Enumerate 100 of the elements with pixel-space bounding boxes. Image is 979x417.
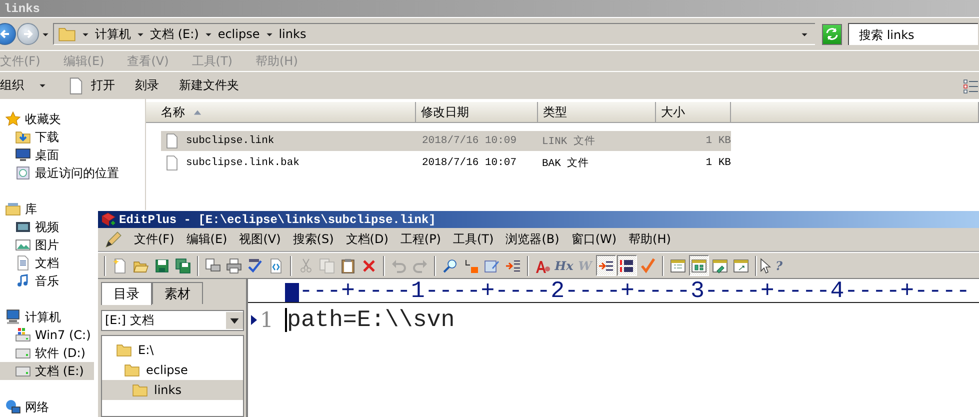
pen-window-icon — [484, 258, 500, 274]
code-page-icon — [268, 258, 284, 274]
breadcrumb-item[interactable]: 文档 (E:) — [150, 26, 199, 42]
refresh-button[interactable] — [822, 24, 842, 44]
breadcrumb-item[interactable]: eclipse — [218, 27, 260, 41]
sort-arrow-icon — [193, 109, 202, 115]
file-name: subclipse.link.bak — [186, 157, 300, 169]
spell-check-icon — [247, 258, 263, 274]
toolbar-button[interactable]: 组织 — [0, 77, 47, 94]
document-icon — [15, 255, 31, 271]
nav-item[interactable]: 计算机 — [0, 308, 64, 326]
file-icon — [164, 133, 180, 149]
search-icon — [442, 258, 458, 274]
hard-drive-icon — [15, 327, 31, 343]
nav-item[interactable]: 库 — [0, 200, 40, 218]
file-size: 1 KB — [704, 135, 731, 147]
nav-item[interactable]: 图片 — [0, 236, 62, 254]
window-icon — [733, 258, 749, 274]
nav-item[interactable]: Win7 (C:) — [0, 326, 94, 344]
file-icon — [67, 76, 85, 96]
copy-icon — [319, 258, 335, 274]
nav-item[interactable]: 音乐 — [0, 272, 62, 290]
desktop-icon — [15, 147, 31, 163]
text-cursor — [285, 308, 287, 332]
pen-window-icon — [712, 258, 728, 274]
pages-icon — [205, 258, 221, 274]
tab[interactable]: 目录 — [101, 282, 152, 305]
indent-icon — [505, 258, 521, 274]
toolbar-button[interactable]: ? — [761, 255, 781, 276]
toolbar-button[interactable] — [596, 255, 616, 276]
column-header[interactable]: 修改日期 — [416, 102, 538, 123]
search-field[interactable]: 搜索 links — [848, 23, 978, 45]
line-numbers-icon — [619, 258, 635, 274]
toolbar-button[interactable]: Hx — [554, 255, 574, 276]
tree-item[interactable]: E:\ — [102, 340, 243, 360]
toolbar-button[interactable] — [617, 255, 637, 276]
picture-icon — [15, 237, 31, 253]
panel-window-icon — [691, 258, 707, 274]
menu-item[interactable]: 文件(F) — [134, 231, 174, 248]
column-header[interactable]: 大小 — [656, 102, 731, 123]
file-size: 1 KB — [704, 157, 731, 169]
menu-item[interactable]: 浏览器(B) — [506, 231, 560, 248]
list-window-icon — [670, 258, 686, 274]
folder-icon — [124, 362, 140, 378]
file-name: subclipse.link — [186, 135, 274, 147]
menu-item[interactable]: 视图(V) — [239, 231, 281, 248]
toolbar-button[interactable]: 刻录 — [135, 77, 159, 94]
nav-item[interactable]: 最近访问的位置 — [0, 164, 122, 182]
toolbar-button[interactable]: 新建文件夹 — [179, 77, 239, 94]
file-row[interactable]: subclipse.link 2018/7/16 10:09 LINK 文件 1 KB — [161, 131, 731, 151]
undo-icon — [391, 258, 407, 274]
window-title: links — [4, 2, 40, 16]
refresh-icon — [824, 26, 840, 42]
network-icon — [5, 399, 21, 415]
drive-dropdown[interactable]: [E:] 文档 — [101, 310, 244, 331]
nav-item[interactable]: 下载 — [0, 128, 62, 146]
menu-item[interactable]: 编辑(E) — [186, 231, 228, 248]
nav-item[interactable]: 文档 (E:) — [0, 362, 94, 380]
nav-item[interactable]: 文档 — [0, 254, 62, 272]
library-icon — [5, 201, 21, 217]
menu-item[interactable]: 窗口(W) — [571, 231, 617, 248]
window-title: EditPlus - [E:\eclipse\links\subclipse.link] — [119, 212, 436, 226]
column-header[interactable]: 名称 — [146, 102, 416, 123]
back-button[interactable] — [0, 23, 16, 45]
view-options-icon[interactable] — [963, 78, 979, 94]
nav-item[interactable]: 网络 — [0, 398, 52, 416]
menu-item[interactable]: 搜索(S) — [292, 231, 334, 248]
menu-item[interactable]: 文档(D) — [346, 231, 388, 248]
file-row[interactable]: subclipse.link.bak 2018/7/16 10:07 BAK 文件 1 KB — [161, 153, 731, 173]
menu-item[interactable]: 工程(P) — [400, 231, 441, 248]
line-number: 1 — [260, 308, 274, 332]
file-date: 2018/7/16 10:09 — [422, 135, 518, 147]
menu-item[interactable]: 工具(T) — [453, 231, 494, 248]
printer-icon — [226, 258, 242, 274]
checkmark-icon — [640, 258, 656, 274]
column-header[interactable]: 类型 — [538, 102, 656, 123]
code-line: path=E:\\svn — [287, 307, 455, 333]
tab[interactable]: 素材 — [152, 282, 203, 304]
address-bar[interactable]: 计算机 文档 (E:) eclipse links — [53, 23, 815, 45]
floppy-disks-icon — [175, 258, 191, 274]
clipboard-icon — [340, 258, 356, 274]
file-icon — [164, 155, 180, 171]
nav-item[interactable]: 软件 (D:) — [0, 344, 88, 362]
folder-icon — [116, 342, 132, 358]
tree-item[interactable]: links — [102, 380, 243, 400]
nav-item[interactable]: 桌面 — [0, 146, 62, 164]
recent-places-icon — [15, 165, 31, 181]
redo-icon — [412, 258, 428, 274]
nav-item[interactable]: 收藏夹 — [0, 110, 64, 128]
menu-item[interactable]: 帮助(H) — [628, 231, 671, 248]
toolbar-button[interactable]: 打开 — [67, 76, 115, 96]
nav-item[interactable]: 视频 — [0, 218, 62, 236]
pencil-icon — [104, 230, 122, 250]
breadcrumb-item[interactable]: 计算机 — [95, 26, 131, 42]
breadcrumb-item[interactable]: links — [278, 27, 306, 41]
scissors-icon — [298, 258, 314, 274]
film-icon — [15, 219, 31, 235]
file-type: BAK 文件 — [542, 156, 590, 170]
tree-item[interactable]: eclipse — [102, 360, 243, 380]
column-ruler: ---+----1----+----2----+----3----+----4----+---- — [299, 281, 970, 302]
